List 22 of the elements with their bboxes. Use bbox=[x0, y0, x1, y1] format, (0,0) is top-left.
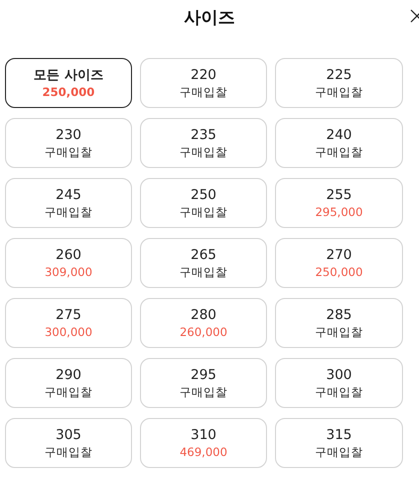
size-option[interactable]: 315 구매입찰 bbox=[275, 418, 403, 468]
sheet-title: 사이즈 bbox=[184, 7, 235, 29]
size-option[interactable]: 모든 사이즈 250,000 bbox=[5, 58, 132, 108]
size-option[interactable]: 250 구매입찰 bbox=[140, 178, 267, 228]
size-option[interactable]: 275 300,000 bbox=[5, 298, 132, 348]
size-option[interactable]: 285 구매입찰 bbox=[275, 298, 403, 348]
size-option[interactable]: 235 구매입찰 bbox=[140, 118, 267, 168]
size-option[interactable]: 270 250,000 bbox=[275, 238, 403, 288]
size-option[interactable]: 280 260,000 bbox=[140, 298, 267, 348]
size-option[interactable]: 290 구매입찰 bbox=[5, 358, 132, 408]
size-option[interactable]: 255 295,000 bbox=[275, 178, 403, 228]
size-option[interactable]: 310 469,000 bbox=[140, 418, 267, 468]
size-option[interactable]: 230 구매입찰 bbox=[5, 118, 132, 168]
size-option[interactable]: 220 구매입찰 bbox=[140, 58, 267, 108]
size-option[interactable]: 225 구매입찰 bbox=[275, 58, 403, 108]
size-option[interactable]: 265 구매입찰 bbox=[140, 238, 267, 288]
size-option[interactable]: 300 구매입찰 bbox=[275, 358, 403, 408]
size-option[interactable]: 305 구매입찰 bbox=[5, 418, 132, 468]
size-option[interactable]: 240 구매입찰 bbox=[275, 118, 403, 168]
size-option[interactable]: 245 구매입찰 bbox=[5, 178, 132, 228]
size-option[interactable]: 295 구매입찰 bbox=[140, 358, 267, 408]
size-option[interactable]: 260 309,000 bbox=[5, 238, 132, 288]
